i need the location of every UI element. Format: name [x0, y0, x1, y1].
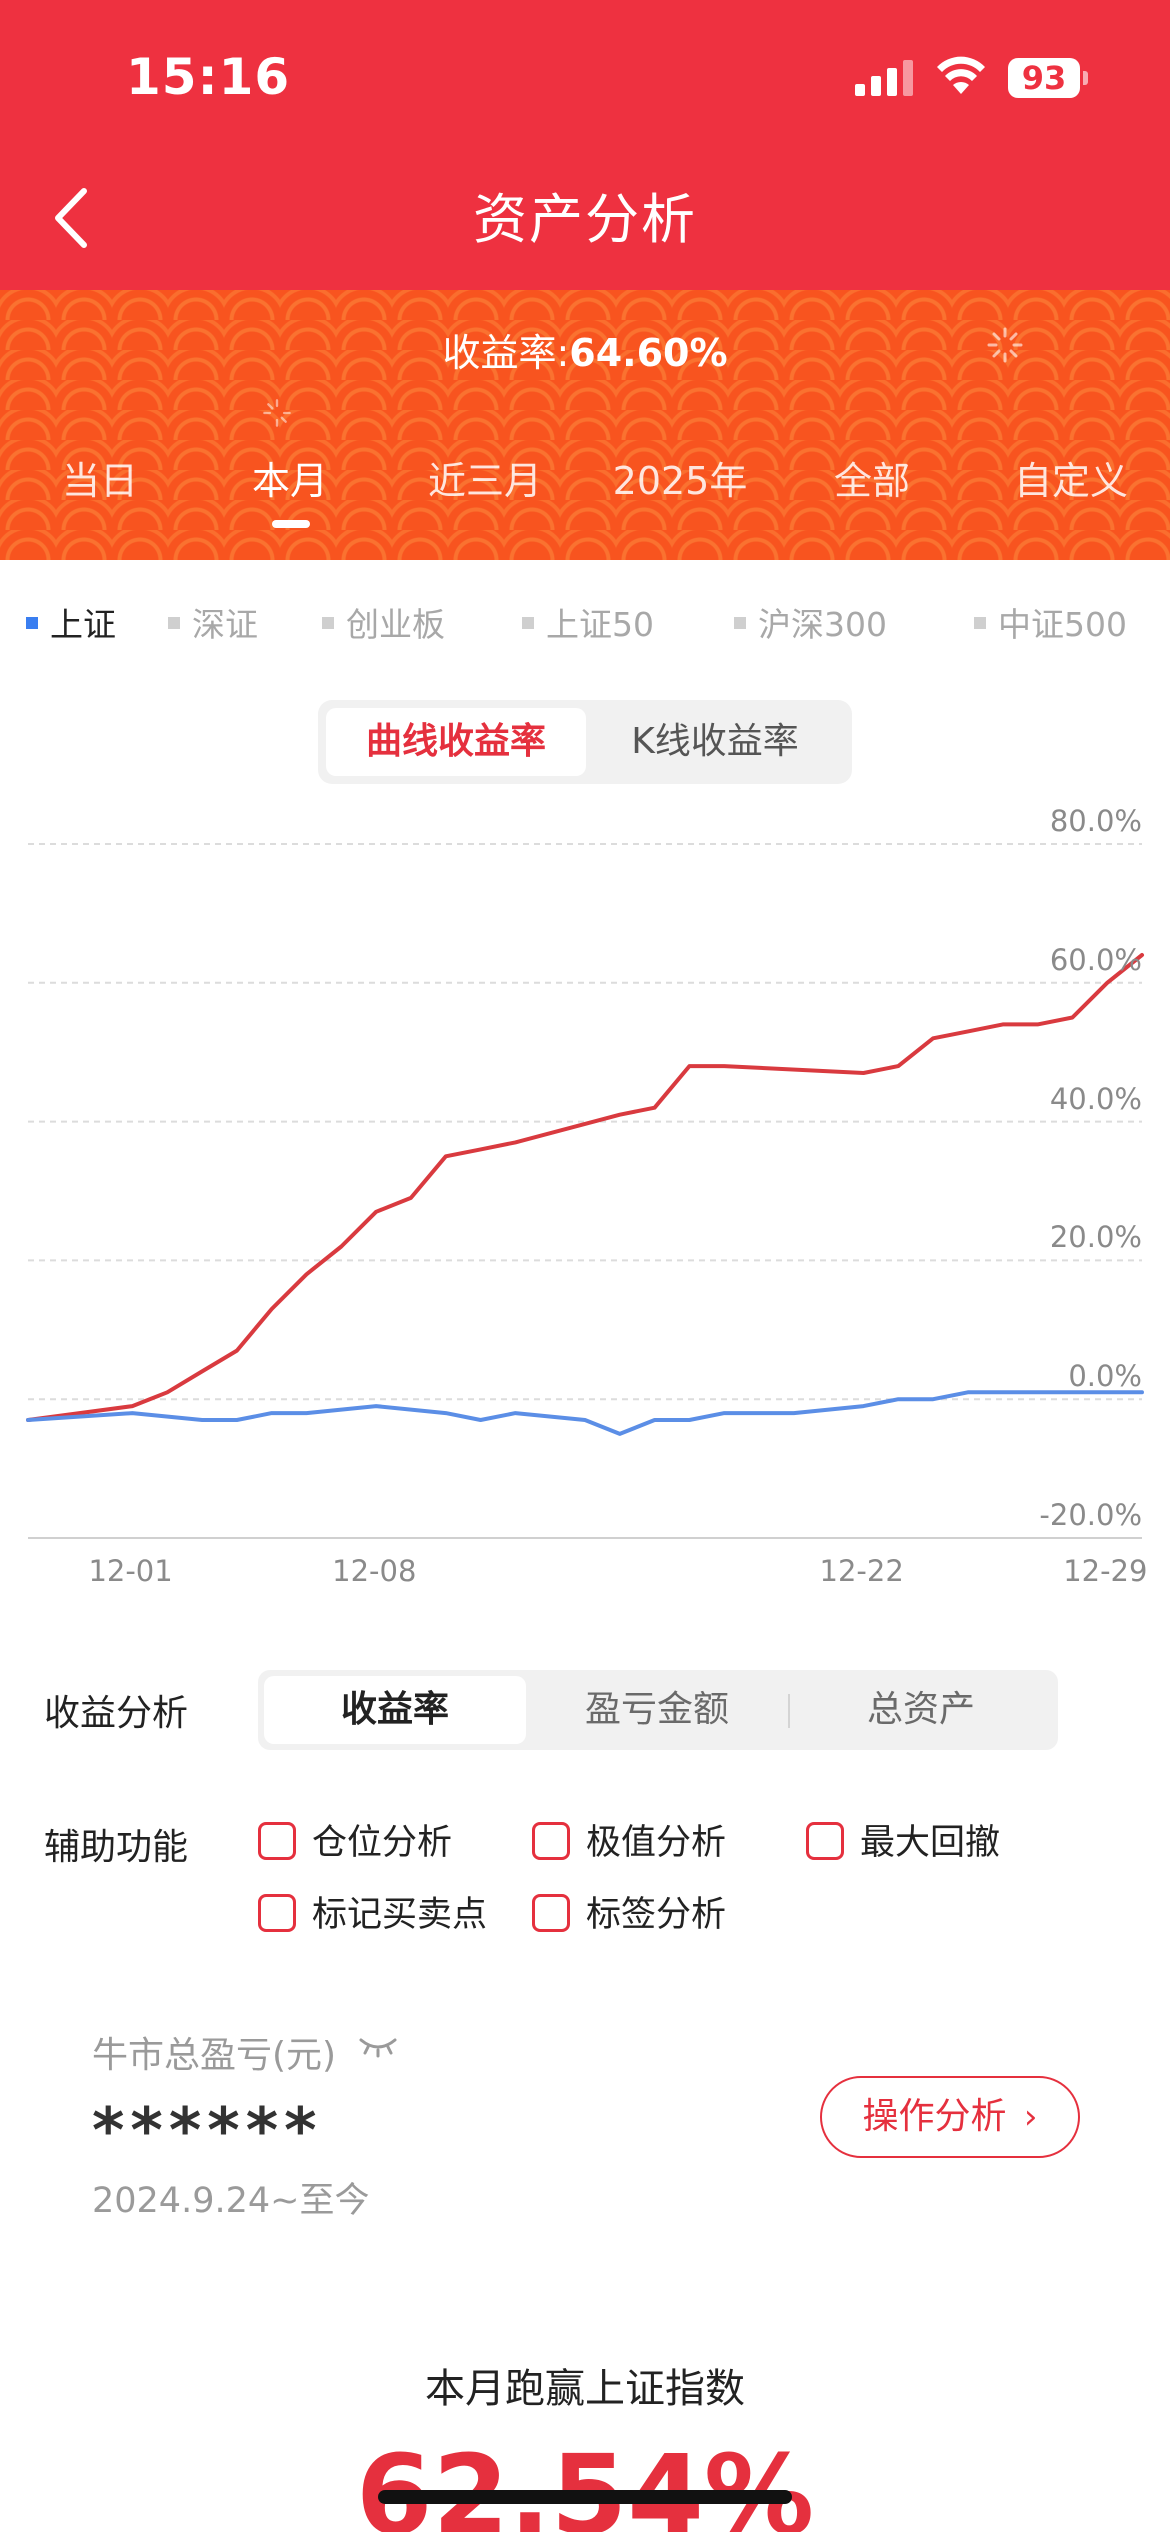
portfolio-yield-line	[26, 953, 1144, 1422]
x-tick-label: 12-22	[819, 1554, 904, 1588]
chevron-right-icon: ›	[1023, 2097, 1038, 2137]
loading-icon	[987, 327, 1023, 363]
index-shanghai[interactable]: 上证	[26, 598, 116, 646]
yield-chart: 80.0% 60.0% 40.0% 20.0% 0.0% -20.0% 12-01 12-0…	[0, 800, 1170, 1600]
checkbox-icon	[532, 1822, 570, 1860]
checkbox-trade-points[interactable]: 标记买卖点	[258, 1886, 487, 1937]
bull-market-period: 2024.9.24~至今	[92, 2181, 370, 2221]
checkbox-extremum-analysis[interactable]: 极值分析	[532, 1814, 726, 1865]
total-yield-label: 收益率:	[442, 331, 570, 375]
index-chinext[interactable]: 创业板	[322, 598, 445, 646]
checkbox-position-analysis[interactable]: 仓位分析	[258, 1814, 452, 1865]
chart-type-toggle: 曲线收益率 K线收益率	[318, 700, 852, 784]
page-title: 资产分析	[473, 188, 697, 251]
bull-market-pnl-value: ******	[92, 2094, 323, 2167]
active-tab-indicator	[272, 520, 310, 528]
battery-indicator: 93	[1008, 58, 1088, 98]
y-tick-label: 0.0%	[1068, 1359, 1142, 1394]
index-shenzhen[interactable]: 深证	[168, 598, 258, 646]
tab-all[interactable]: 全部	[812, 450, 932, 510]
beat-index-value: 62.54%	[355, 2431, 815, 2532]
bull-market-pnl-label: 牛市总盈亏(元)	[92, 2035, 337, 2076]
aux-label: 辅助功能	[44, 1827, 189, 1868]
checkbox-icon	[806, 1822, 844, 1860]
kline-yield-option[interactable]: K线收益率	[586, 708, 844, 776]
tab-this-month[interactable]: 本月	[230, 450, 350, 510]
loading-icon	[263, 399, 291, 427]
x-tick-label: 12-01	[88, 1554, 173, 1588]
status-time: 15:16	[126, 48, 291, 106]
index-csi500[interactable]: 中证500	[974, 598, 1127, 646]
curve-yield-option[interactable]: 曲线收益率	[326, 708, 586, 776]
wifi-icon	[937, 56, 985, 94]
beat-index-title: 本月跑赢上证指数	[425, 2366, 745, 2412]
index-selector: 上证 深证 创业板 上证50 沪深300 中证500	[0, 598, 1170, 644]
tab-custom[interactable]: 自定义	[996, 450, 1146, 510]
total-yield-value: 64.60%	[569, 331, 728, 375]
index-csi300[interactable]: 沪深300	[734, 598, 887, 646]
eye-closed-icon[interactable]	[358, 2030, 398, 2064]
index-sse50[interactable]: 上证50	[522, 598, 654, 646]
y-tick-label: 60.0%	[1049, 942, 1142, 977]
checkbox-icon	[258, 1822, 296, 1860]
analysis-pnl-option[interactable]: 盈亏金额	[526, 1676, 788, 1744]
battery-level: 93	[1021, 59, 1067, 97]
y-tick-label: 20.0%	[1049, 1220, 1142, 1255]
analysis-toggle: 收益率 盈亏金额 总资产	[258, 1670, 1058, 1750]
operation-analysis-label: 操作分析	[862, 2096, 1007, 2137]
period-tabs: 当日 本月 近三月 2025年 全部 自定义	[0, 450, 1170, 530]
analysis-total-assets-option[interactable]: 总资产	[790, 1676, 1052, 1744]
chart-canvas	[26, 843, 1144, 1539]
checkbox-icon	[258, 1894, 296, 1932]
operation-analysis-button[interactable]: 操作分析 ›	[820, 2076, 1080, 2158]
y-tick-label: 80.0%	[1049, 804, 1142, 838]
checkbox-tag-analysis[interactable]: 标签分析	[532, 1886, 726, 1937]
analysis-label: 收益分析	[44, 1693, 189, 1734]
tab-last-three-months[interactable]: 近三月	[410, 450, 560, 510]
y-tick-label: -20.0%	[1039, 1498, 1142, 1532]
tab-today[interactable]: 当日	[40, 450, 160, 510]
analysis-yield-option[interactable]: 收益率	[264, 1676, 526, 1744]
checkbox-max-drawdown[interactable]: 最大回撤	[806, 1814, 1000, 1865]
checkbox-icon	[532, 1894, 570, 1932]
tab-year-2025[interactable]: 2025年	[600, 450, 760, 510]
x-tick-label: 12-08	[332, 1554, 417, 1588]
y-tick-label: 40.0%	[1049, 1081, 1142, 1116]
x-tick-label: 12-29	[1063, 1554, 1148, 1588]
home-indicator	[378, 2490, 792, 2504]
cellular-signal-icon	[855, 60, 913, 96]
